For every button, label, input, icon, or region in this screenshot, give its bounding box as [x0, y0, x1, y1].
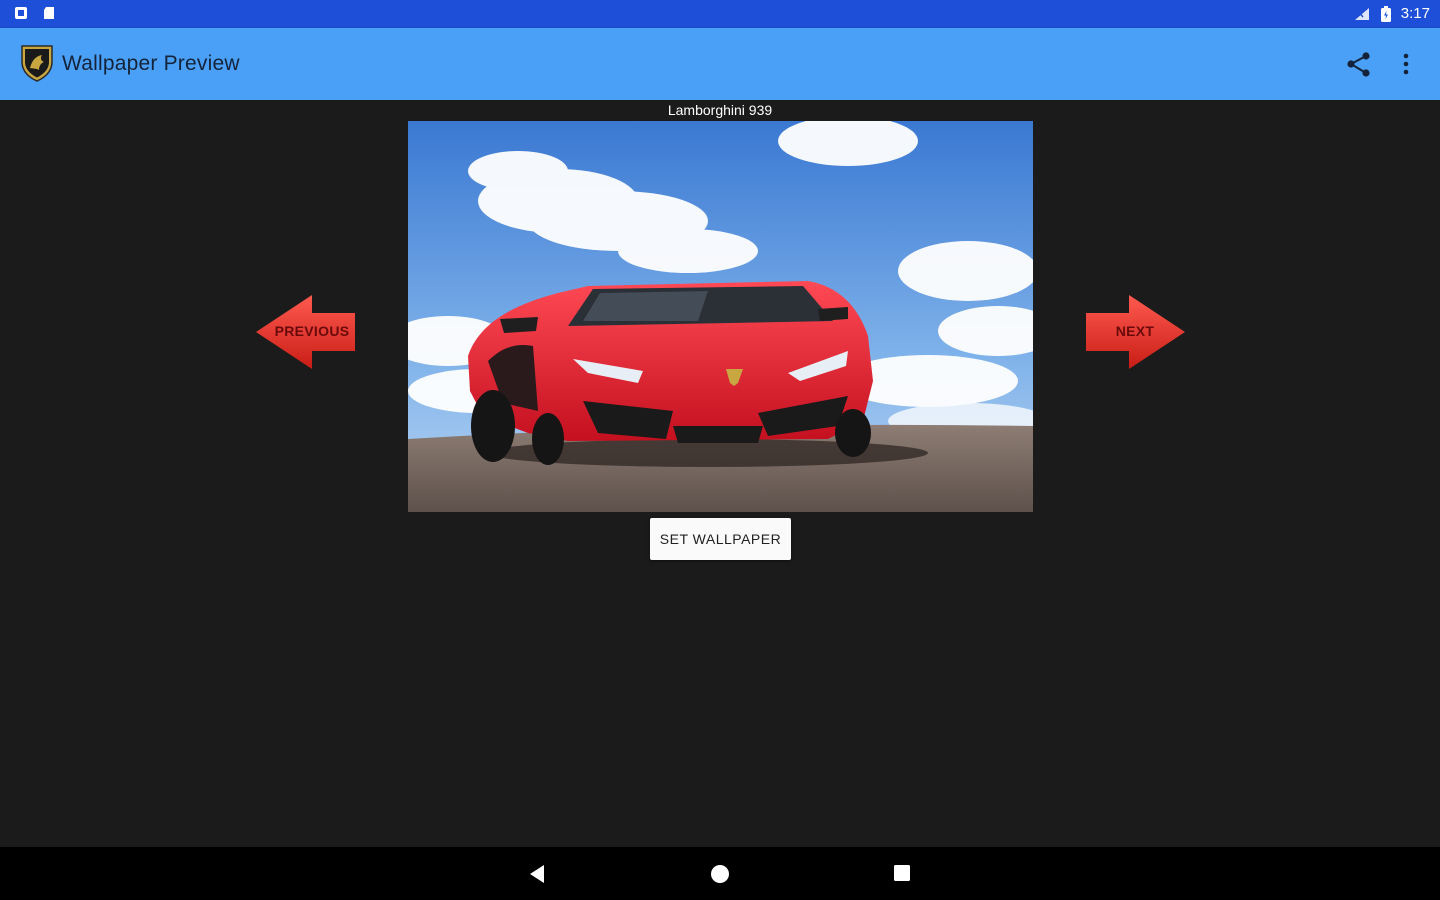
status-time: 3:17	[1400, 5, 1430, 22]
page-title: Wallpaper Preview	[62, 52, 240, 75]
lamborghini-shield-icon	[21, 45, 53, 82]
share-icon	[1347, 52, 1370, 77]
next-button[interactable]: NEXT	[1085, 295, 1185, 369]
battery-icon	[1380, 5, 1391, 22]
share-button[interactable]	[1344, 50, 1374, 80]
home-icon[interactable]	[709, 863, 731, 885]
more-options-button[interactable]	[1394, 50, 1418, 80]
app-bar: Wallpaper Preview	[0, 28, 1440, 100]
status-bar: 3:17	[0, 0, 1440, 28]
wallpaper-preview-image	[408, 121, 1033, 512]
previous-button[interactable]: PREVIOUS	[256, 295, 356, 369]
content-area: Lamborghini 939 PREVIOUS NEXT SET WALLPA…	[0, 100, 1440, 847]
signal-icon	[1354, 7, 1369, 20]
set-wallpaper-button[interactable]: SET WALLPAPER	[650, 518, 791, 560]
more-vert-icon	[1403, 53, 1409, 75]
wallpaper-title: Lamborghini 939	[667, 102, 773, 118]
system-nav-bar	[0, 847, 1440, 900]
previous-label: PREVIOUS	[274, 323, 350, 339]
notification-icon	[15, 7, 27, 19]
recents-icon[interactable]	[892, 863, 912, 883]
next-label: NEXT	[1115, 323, 1155, 339]
wallpaper-preview-screen: 3:17 Wallpaper Preview Lamborghini 939 P…	[0, 0, 1440, 900]
sd-card-icon	[44, 7, 54, 19]
back-icon[interactable]	[526, 863, 548, 885]
